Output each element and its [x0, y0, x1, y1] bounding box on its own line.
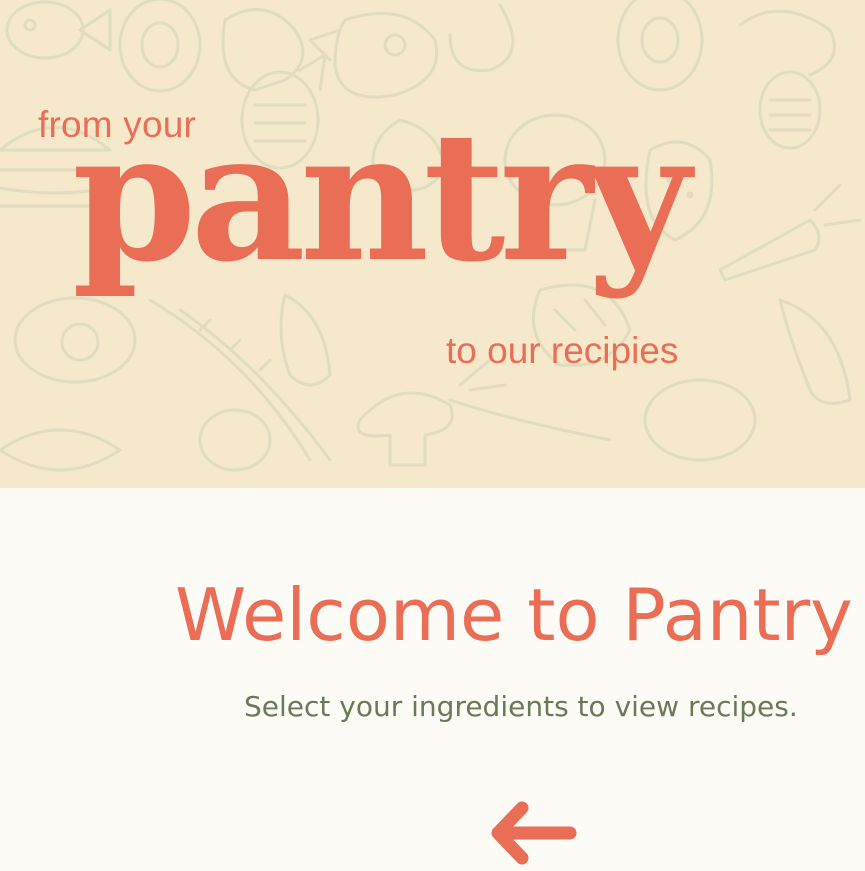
page-subtitle: Select your ingredients to view recipes.	[244, 690, 798, 723]
arrow-left-icon	[491, 801, 577, 865]
page-title: Welcome to Pantry	[175, 573, 853, 657]
brand-wordmark: pantry	[72, 92, 691, 301]
hero-tagline-bottom: to our recipies	[446, 330, 679, 371]
back-button[interactable]	[490, 800, 580, 866]
hero-banner: from your pantry to our recipies	[0, 0, 865, 488]
